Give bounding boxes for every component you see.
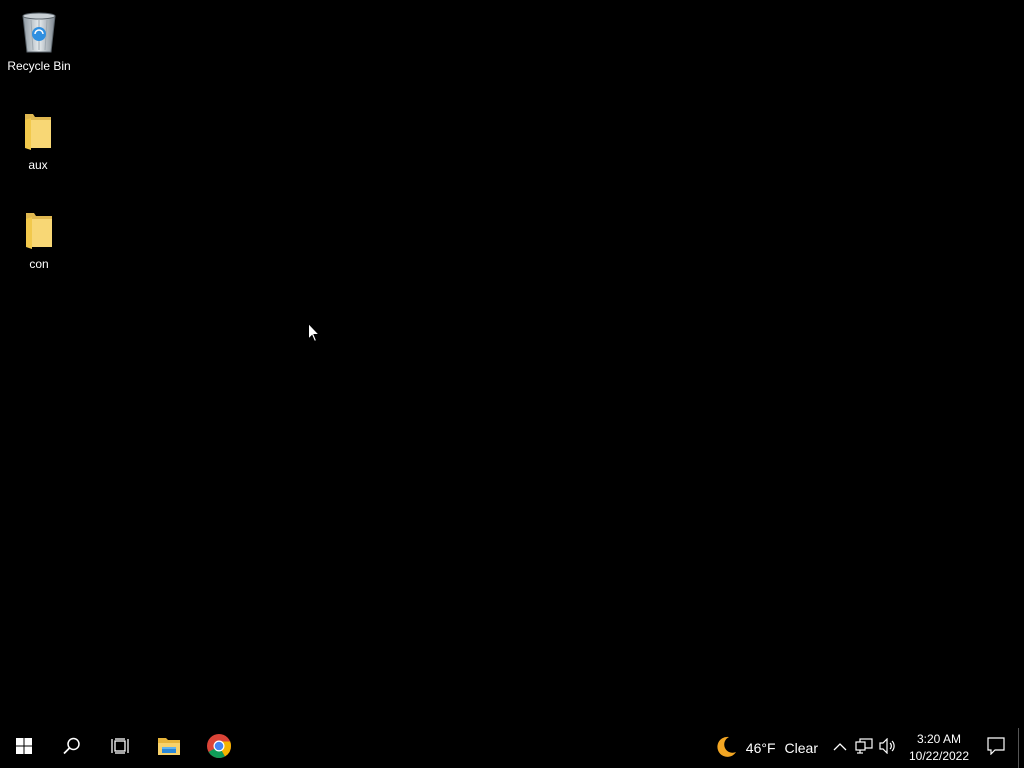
weather-condition: Clear: [784, 740, 818, 756]
desktop-icon-label: con: [29, 257, 49, 271]
folder-icon: [14, 107, 62, 155]
search-icon: [63, 737, 81, 760]
volume-button[interactable]: [876, 728, 900, 768]
show-desktop-button[interactable]: [1018, 728, 1024, 768]
taskbar-app-chrome[interactable]: [194, 728, 244, 768]
task-view-button[interactable]: [96, 728, 144, 768]
chrome-icon: [206, 733, 232, 764]
desktop-icon-label: Recycle Bin: [7, 59, 71, 73]
mouse-cursor-icon: [308, 322, 321, 343]
search-button[interactable]: [48, 728, 96, 768]
show-hidden-icons-button[interactable]: [828, 728, 852, 768]
weather-temperature: 46°F: [745, 740, 776, 756]
taskbar-clock[interactable]: 3:20 AM 10/22/2022: [904, 728, 974, 768]
volume-icon: [879, 737, 897, 759]
folder-icon: [15, 206, 63, 254]
action-center-icon: [987, 736, 1005, 760]
network-button[interactable]: [852, 728, 876, 768]
file-explorer-icon: [157, 736, 181, 761]
desktop-icon-con[interactable]: con: [1, 200, 77, 290]
action-center-button[interactable]: [974, 728, 1018, 768]
desktop-icon-aux[interactable]: aux: [0, 101, 76, 191]
desktop-icon-recycle-bin[interactable]: Recycle Bin: [1, 2, 77, 92]
weather-widget[interactable]: 46°F Clear: [710, 728, 828, 768]
chevron-up-icon: [833, 739, 847, 757]
taskbar: 46°F Clear 3:20 AM 10/22/2022: [0, 728, 1024, 768]
start-button[interactable]: [0, 728, 48, 768]
clock-time: 3:20 AM: [916, 732, 962, 746]
task-view-icon: [111, 737, 129, 759]
windows-logo-icon: [16, 737, 32, 759]
network-icon: [855, 737, 873, 759]
moon-icon: [714, 735, 738, 762]
taskbar-app-file-explorer[interactable]: [144, 728, 194, 768]
clock-date: 10/22/2022: [908, 749, 970, 763]
desktop-icon-label: aux: [28, 158, 48, 172]
desktop[interactable]: Recycle Bin aux con: [0, 0, 1024, 728]
recycle-bin-icon: [15, 8, 63, 56]
